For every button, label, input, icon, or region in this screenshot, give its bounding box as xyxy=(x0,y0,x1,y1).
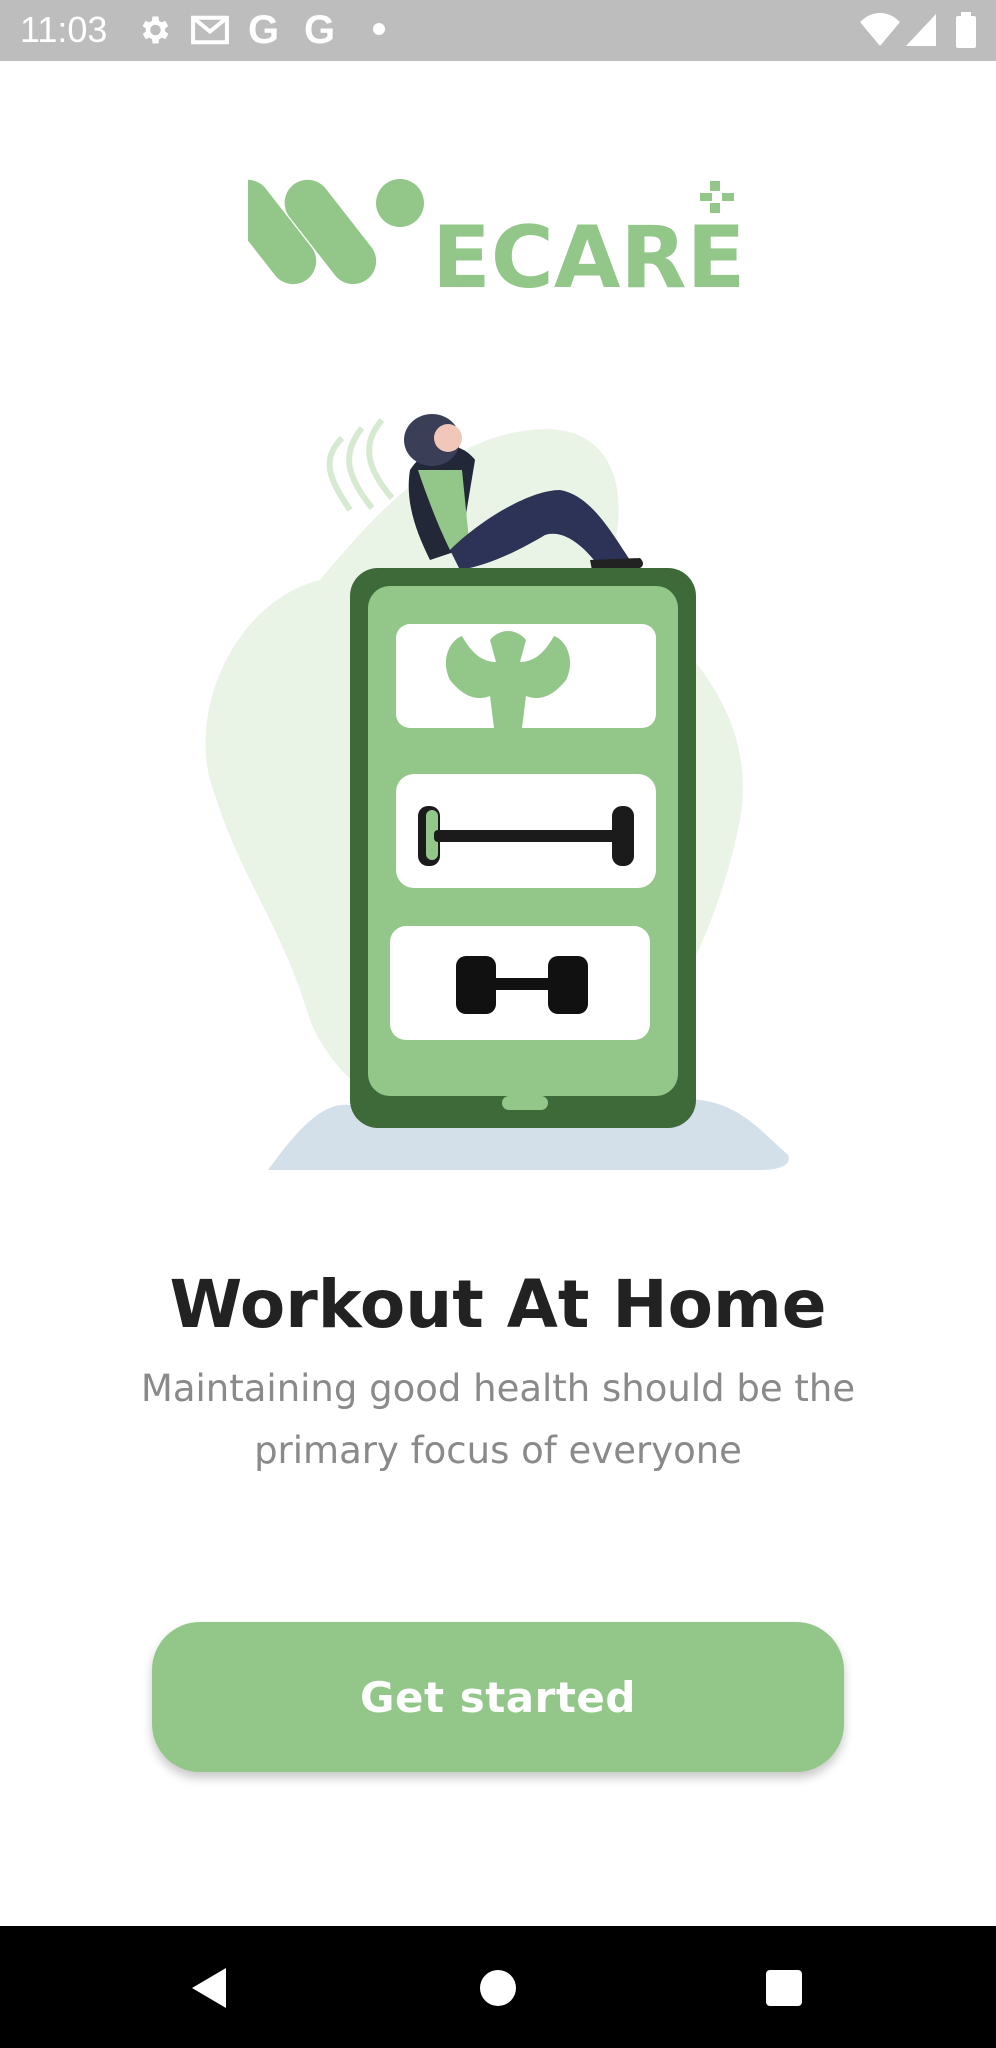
page-subtitle: Maintaining good health should be the pr… xyxy=(140,1367,856,1472)
wecare-logo: ECARE xyxy=(224,175,748,308)
back-icon[interactable] xyxy=(180,1960,236,2016)
logo-text: ECARE xyxy=(432,208,745,295)
get-started-button[interactable]: Get started xyxy=(152,1622,844,1772)
workout-phone-illustration xyxy=(200,400,800,1180)
recents-icon[interactable] xyxy=(756,1960,812,2016)
status-time: 11:03 xyxy=(20,9,108,50)
signal-icon xyxy=(906,12,938,48)
settings-icon xyxy=(136,12,172,48)
notification-dot-icon xyxy=(372,22,386,58)
page-title: Workout At Home xyxy=(169,1266,827,1343)
gmail-icon xyxy=(190,12,230,48)
battery-icon xyxy=(954,12,978,48)
google-icon: G xyxy=(304,8,336,52)
get-started-label: Get started xyxy=(360,1672,636,1722)
status-bar: 11:03 G G xyxy=(0,0,996,61)
google-icon: G xyxy=(248,8,280,52)
wifi-icon xyxy=(860,12,900,48)
system-nav-bar xyxy=(0,1926,996,2048)
home-icon[interactable] xyxy=(470,1960,526,2016)
screen: 11:03 G G ECARE Workout At Home Maintain… xyxy=(0,0,996,2048)
